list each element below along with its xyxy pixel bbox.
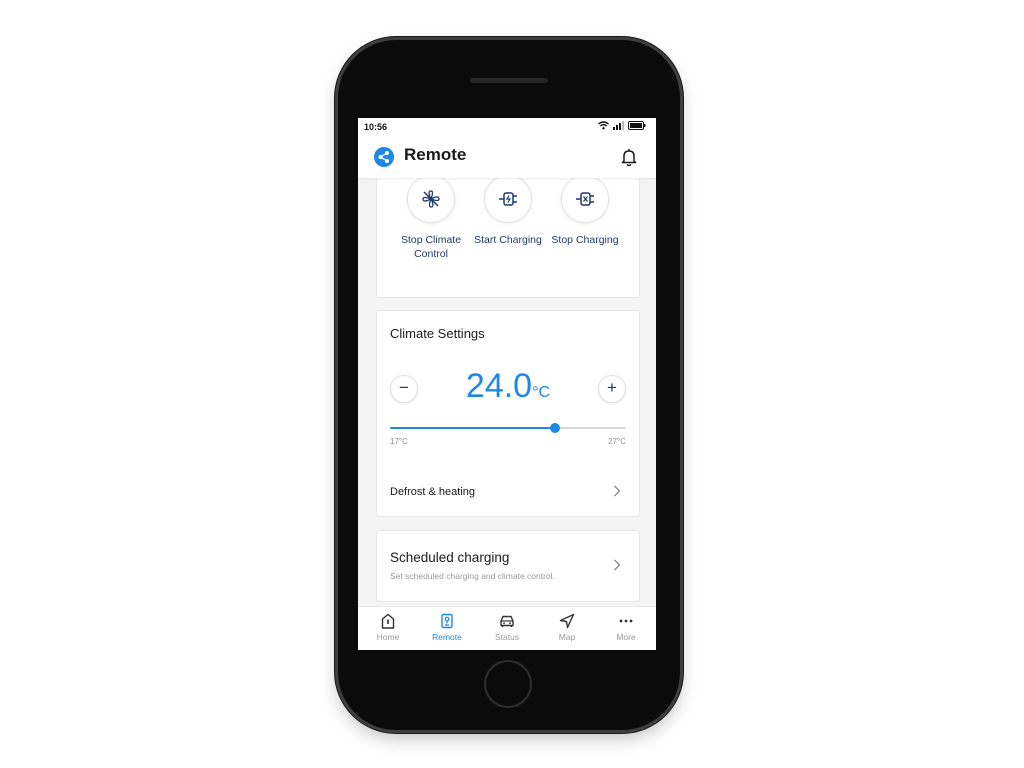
share-icon[interactable]	[374, 147, 394, 167]
nav-more[interactable]: More	[596, 613, 656, 642]
nav-home[interactable]: Home	[358, 613, 418, 642]
nav-map[interactable]: Map	[537, 613, 597, 642]
fan-off-icon	[422, 190, 440, 208]
action-icon-wrap	[484, 178, 532, 223]
phone-home-button[interactable]	[484, 660, 532, 708]
remote-icon	[441, 613, 453, 629]
app-screen: 10:56 Remote Stop Climate Control Start …	[358, 118, 656, 650]
defrost-label: Defrost & heating	[390, 486, 475, 498]
status-time: 10:56	[364, 122, 388, 132]
schedule-title: Scheduled charging	[390, 550, 510, 565]
action-label: Stop Climate Control	[400, 234, 462, 260]
plug-charge-icon	[499, 192, 517, 206]
action-icon-wrap	[407, 178, 455, 223]
status-bar: 10:56	[358, 118, 656, 136]
climate-settings-card: Climate Settings − 24.0°C + 17°C 27°C De…	[376, 310, 640, 517]
phone-speaker	[470, 78, 548, 83]
navigation-arrow-icon	[559, 613, 575, 629]
slider-thumb[interactable]	[550, 423, 561, 433]
phone-frame: 10:56 Remote Stop Climate Control Start …	[338, 40, 680, 730]
nav-label: More	[616, 632, 636, 642]
main-content[interactable]: Stop Climate Control Start Charging Stop…	[358, 178, 656, 608]
plug-stop-icon	[576, 192, 594, 206]
slider-min-label: 17°C	[390, 437, 408, 446]
slider-fill	[390, 427, 556, 429]
increase-temp-button[interactable]: +	[598, 375, 626, 403]
bottom-navigation: Home Remote Status Map More	[358, 606, 656, 650]
nav-label: Status	[494, 632, 520, 642]
action-label: Stop Charging	[551, 234, 619, 246]
nav-label: Home	[376, 632, 400, 642]
wifi-icon	[598, 121, 609, 130]
app-header: Remote	[358, 136, 656, 178]
scheduled-charging-card[interactable]: Scheduled charging Set scheduled chargin…	[376, 530, 640, 602]
stop-charging-button[interactable]: Stop Charging	[546, 178, 624, 247]
action-label: Start Charging	[474, 234, 542, 246]
bell-icon[interactable]	[620, 147, 638, 167]
start-charging-button[interactable]: Start Charging	[469, 178, 547, 247]
schedule-subtitle: Set scheduled charging and climate contr…	[390, 571, 555, 581]
more-dots-icon	[619, 619, 633, 623]
stop-climate-button[interactable]: Stop Climate Control	[392, 178, 470, 261]
status-icons	[598, 121, 646, 130]
temperature-slider[interactable]	[390, 423, 626, 433]
nav-label: Remote	[432, 632, 462, 642]
quick-actions-card: Stop Climate Control Start Charging Stop…	[376, 178, 640, 298]
nav-status[interactable]: Status	[477, 613, 537, 642]
nav-remote[interactable]: Remote	[417, 613, 477, 642]
home-icon	[381, 613, 395, 629]
climate-title: Climate Settings	[390, 326, 485, 341]
chevron-right-icon	[614, 485, 621, 497]
battery-icon	[628, 121, 646, 130]
temperature-unit: °C	[532, 384, 551, 401]
temperature-value: 24.0	[465, 367, 533, 405]
action-icon-wrap	[561, 178, 609, 223]
signal-icon	[613, 121, 624, 130]
slider-max-label: 27°C	[608, 437, 626, 446]
chevron-right-icon	[614, 559, 621, 571]
nav-label: Map	[558, 632, 576, 642]
defrost-heating-row[interactable]: Defrost & heating	[377, 471, 639, 511]
page-title: Remote	[404, 145, 467, 164]
car-icon	[500, 615, 514, 627]
